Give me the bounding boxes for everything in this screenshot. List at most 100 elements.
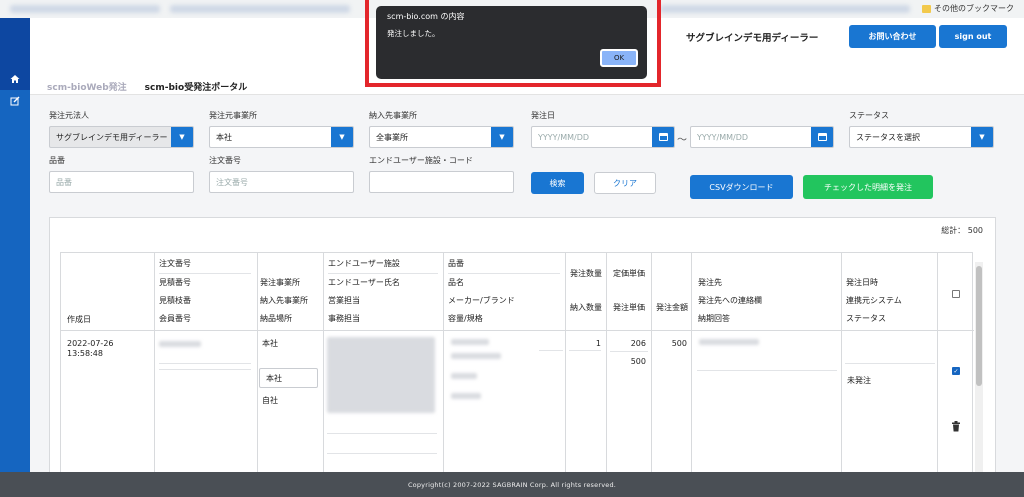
results-card: 総計： 500 作成日 注文番号 見積番号 見積枝番 会員番号 発注事業所 納入… xyxy=(49,217,996,475)
blurred-hinban xyxy=(451,339,489,345)
row-checkbox[interactable]: ✓ xyxy=(952,367,960,375)
date-from-input[interactable]: YYYY/MM/DD xyxy=(531,126,675,148)
sub-divider xyxy=(159,369,251,370)
office-select[interactable]: 本社 ▼ xyxy=(209,126,354,148)
order-checked-button[interactable]: チェックした明細を発注 xyxy=(803,175,933,199)
header-hinban: 品番 xyxy=(448,259,464,268)
blurred-product xyxy=(451,353,501,359)
row-unit-price: 500 xyxy=(630,357,646,366)
clear-button[interactable]: クリア xyxy=(594,172,656,194)
status-value: ステータスを選択 xyxy=(856,132,920,142)
header-order-no: 注文番号 xyxy=(159,259,191,268)
blurred-supplier xyxy=(699,339,759,345)
row-qty: 1 xyxy=(595,339,601,348)
chevron-down-icon[interactable]: ▼ xyxy=(331,127,353,147)
footer: Copyright(c) 2007-2022 SAGBRAIN Corp. Al… xyxy=(0,472,1024,497)
col-divider xyxy=(565,253,566,475)
label-order-no: 注文番号 xyxy=(209,156,241,165)
col-divider xyxy=(691,253,692,475)
sub-divider xyxy=(159,363,251,364)
row-list-price: 206 xyxy=(630,339,646,348)
header-end-user-facility: エンドユーザー施設 xyxy=(328,259,400,268)
contact-button[interactable]: お問い合わせ xyxy=(849,25,936,48)
trash-icon[interactable] xyxy=(951,421,961,434)
delivery-select[interactable]: 全事業所 ▼ xyxy=(369,126,514,148)
header-list-price: 定価単価 xyxy=(613,269,645,278)
row-status: 未発注 xyxy=(847,376,871,385)
hinban-placeholder: 品番 xyxy=(56,177,72,187)
end-user-input[interactable] xyxy=(369,171,514,193)
calendar-icon[interactable] xyxy=(652,127,674,147)
col-divider xyxy=(937,253,938,475)
header-supplier-note: 発注先への連絡欄 xyxy=(698,296,762,305)
date-separator: 〜 xyxy=(677,135,687,146)
dealer-name: サグブレインデモ用ディーラー xyxy=(686,33,819,44)
row-delivery-office-field[interactable]: 本社 xyxy=(259,368,318,388)
header-end-user-name: エンドユーザー氏名 xyxy=(328,278,400,287)
sub-divider xyxy=(327,433,437,434)
calendar-icon[interactable] xyxy=(811,127,833,147)
header-delivery-qty: 納入数量 xyxy=(570,303,602,312)
header-created: 作成日 xyxy=(67,315,91,324)
sidebar-header xyxy=(0,18,30,68)
total-count: 総計： 500 xyxy=(941,226,983,235)
other-bookmarks[interactable]: その他のブックマーク xyxy=(922,3,1014,14)
scrollbar[interactable] xyxy=(975,262,983,472)
blurred-bookmarks-2 xyxy=(170,5,350,13)
results-table: 作成日 注文番号 見積番号 見積枝番 会員番号 発注事業所 納入先事業所 納品場… xyxy=(60,252,974,475)
copyright-text: Copyright(c) 2007-2022 SAGBRAIN Corp. Al… xyxy=(407,480,617,489)
col-divider xyxy=(443,253,444,475)
order-no-input[interactable]: 注文番号 xyxy=(209,171,354,193)
order-no-placeholder: 注文番号 xyxy=(216,177,248,187)
hinban-input[interactable]: 品番 xyxy=(49,171,194,193)
header-estimate-branch: 見積枝番 xyxy=(159,296,191,305)
select-all-checkbox[interactable] xyxy=(952,290,960,298)
blurred-end-user xyxy=(327,337,435,413)
status-select[interactable]: ステータスを選択 ▼ xyxy=(849,126,994,148)
date-to-input[interactable]: YYYY/MM/DD xyxy=(690,126,834,148)
row-delivery-place: 自社 xyxy=(262,396,278,405)
sub-divider xyxy=(448,273,560,274)
delivery-value: 全事業所 xyxy=(376,132,408,142)
chevron-down-icon[interactable]: ▼ xyxy=(491,127,513,147)
folder-icon xyxy=(922,4,931,13)
col-divider xyxy=(154,253,155,475)
header-member-no: 会員番号 xyxy=(159,314,191,323)
search-button[interactable]: 検索 xyxy=(531,172,584,194)
label-office: 発注元事業所 xyxy=(209,111,257,120)
col-divider xyxy=(841,253,842,475)
row-order-office: 本社 xyxy=(262,339,278,348)
row-created: 2022-07-26 13:58:48 xyxy=(67,339,114,358)
scrollbar-thumb[interactable] xyxy=(976,266,982,386)
sub-divider xyxy=(539,350,563,351)
header-unit-price: 発注単価 xyxy=(613,303,645,312)
sub-divider xyxy=(845,363,935,364)
header-delivery-reply: 納期回答 xyxy=(698,314,730,323)
row-delivery-office: 本社 xyxy=(266,373,282,383)
header-maker: メーカー/ブランド xyxy=(448,296,515,305)
edit-icon[interactable] xyxy=(0,90,30,112)
other-bookmarks-label: その他のブックマーク xyxy=(934,4,1014,13)
header-estimate-no: 見積番号 xyxy=(159,278,191,287)
label-status: ステータス xyxy=(849,111,889,120)
sub-divider xyxy=(610,351,648,352)
sidebar xyxy=(0,18,30,477)
csv-download-button[interactable]: CSVダウンロード xyxy=(690,175,793,199)
label-order-date: 発注日 xyxy=(531,111,555,120)
header-order-amount: 発注金額 xyxy=(656,303,688,312)
signout-button[interactable]: sign out xyxy=(939,25,1007,48)
col-divider xyxy=(651,253,652,475)
chevron-down-icon[interactable]: ▼ xyxy=(971,127,993,147)
label-corp: 発注元法人 xyxy=(49,111,89,120)
header-supplier: 発注先 xyxy=(698,278,722,287)
sub-divider xyxy=(569,350,601,351)
office-value: 本社 xyxy=(216,132,232,142)
blurred-bookmarks-3 xyxy=(660,5,910,13)
home-icon[interactable] xyxy=(0,68,30,90)
corp-select[interactable]: サグブレインデモ用ディーラー ▼ xyxy=(49,126,194,148)
sub-divider xyxy=(697,370,837,371)
chevron-down-icon[interactable]: ▼ xyxy=(171,127,193,147)
label-delivery: 納入先事業所 xyxy=(369,111,417,120)
header-source-system: 連携元システム xyxy=(846,296,902,305)
header-product-name: 品名 xyxy=(448,278,464,287)
